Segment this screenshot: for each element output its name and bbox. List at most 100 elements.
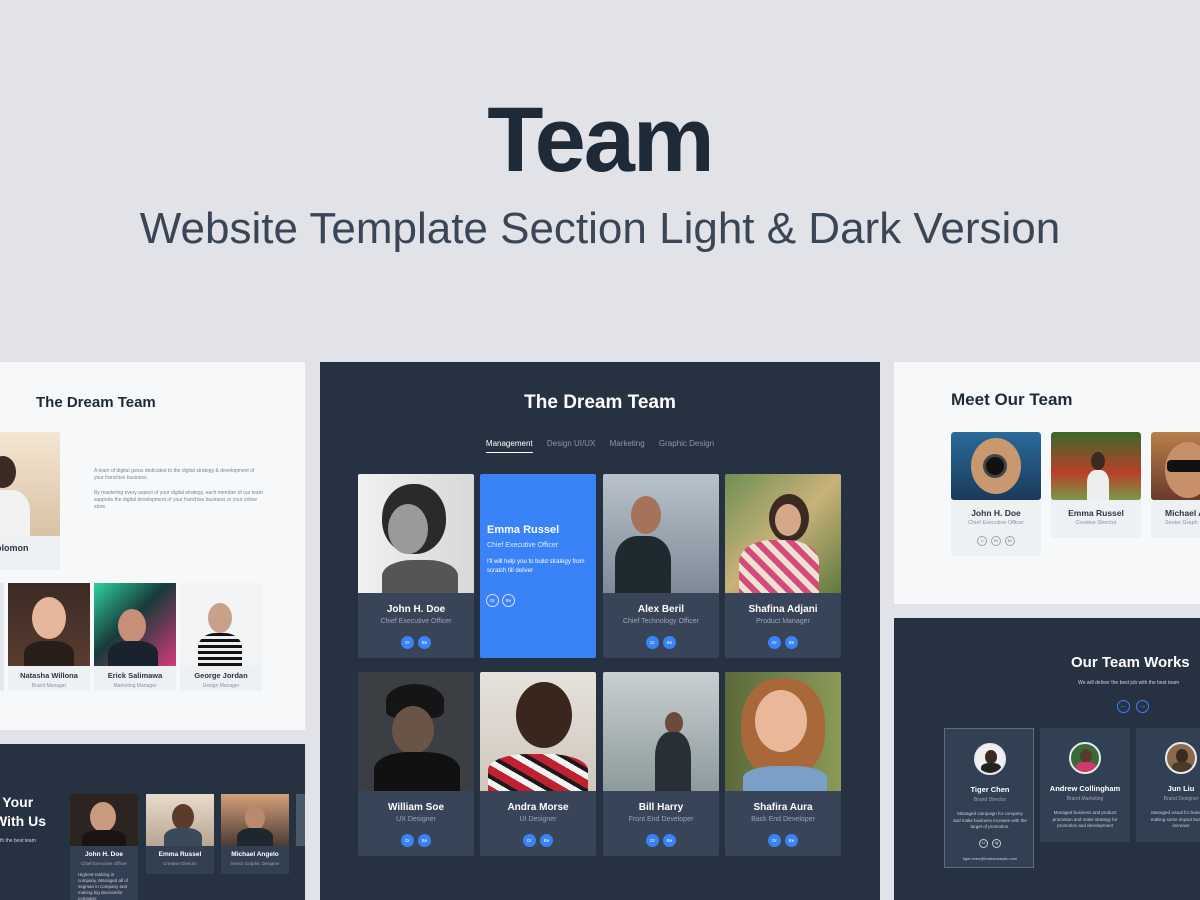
social-links: Dr Be xyxy=(725,636,841,654)
instagram-icon[interactable]: Ig xyxy=(992,839,1001,848)
dribbble-icon[interactable]: Dr xyxy=(646,636,659,649)
member-card[interactable]: Jun Liu Brand Designer Managed visual fo… xyxy=(1136,728,1200,842)
member-name: George Jordan xyxy=(194,671,248,680)
dribbble-icon[interactable]: Dr xyxy=(486,594,499,607)
member-card-partial xyxy=(0,583,4,691)
member-role: UI Designer xyxy=(519,816,557,823)
member-role: Chief Technology Officer xyxy=(622,618,699,625)
section-title: The Dream Team xyxy=(524,392,676,413)
member-name: Shafira Aura xyxy=(753,802,813,813)
section-subtitle: We will deliver the best job with the be… xyxy=(1078,680,1180,686)
member-role: Chief Executive Officer xyxy=(81,861,127,866)
member-name: John H. Doe xyxy=(85,851,123,858)
member-name: Emma Russel xyxy=(487,524,560,536)
member-card[interactable]: John H. Doe Chief Executive Officer Dr Be xyxy=(358,474,474,658)
social-links: Dr Be xyxy=(358,636,474,654)
member-card[interactable]: Alex Beril Chief Technology Officer Dr Be xyxy=(603,474,719,658)
member-photo xyxy=(94,583,176,666)
photoshop-icon[interactable]: Ps xyxy=(991,536,1001,546)
center-dark-team-section: The Dream Team Management Design UI/UX M… xyxy=(320,362,880,900)
hero-subtitle: Website Template Section Light & Dark Ve… xyxy=(139,204,1061,253)
hero-title: Team xyxy=(487,89,715,191)
member-photo xyxy=(603,672,719,791)
member-name: Emma Russel xyxy=(158,851,202,858)
member-description: Managed business and product promotion a… xyxy=(1052,810,1118,828)
behance-icon[interactable]: Be xyxy=(418,636,431,649)
behance-icon[interactable]: Be xyxy=(785,636,798,649)
tab-graphic-design[interactable]: Graphic Design xyxy=(659,439,714,452)
member-role: Chief Executive Officer xyxy=(968,520,1024,526)
member-photo xyxy=(70,794,138,846)
member-photo xyxy=(221,794,289,846)
tab-marketing[interactable]: Marketing xyxy=(610,439,645,452)
dribbble-icon[interactable]: Dr xyxy=(523,834,536,847)
member-avatar xyxy=(1165,742,1197,774)
member-card-selected[interactable]: Tiger Chen Brand Director Managed campai… xyxy=(944,728,1034,868)
behance-icon[interactable]: Be xyxy=(418,834,431,847)
member-name: Erick Salimawa xyxy=(107,671,163,680)
featured-member-card: Solomon der xyxy=(0,432,60,570)
behance-icon[interactable]: Be xyxy=(663,834,676,847)
member-description: Highest-ranking in company. Managed all … xyxy=(78,872,128,900)
member-role: Creative Director xyxy=(1075,520,1117,526)
dribbble-icon[interactable]: Dr xyxy=(768,636,781,649)
section-description: A team of digital gurus dedicated to the… xyxy=(94,468,255,481)
member-card: Erick Salimawa Marketing Manager xyxy=(94,583,176,691)
behance-icon[interactable]: Be xyxy=(540,834,553,847)
dribbble-icon[interactable]: Dr xyxy=(646,834,659,847)
member-role: Senior Graphic Designer xyxy=(230,861,280,866)
dribbble-icon[interactable]: Dr xyxy=(768,834,781,847)
member-avatar xyxy=(974,743,1006,775)
member-role: Brand Director xyxy=(973,797,1007,803)
member-name: Shafina Adjani xyxy=(748,604,818,615)
member-card[interactable]: Emma Russel Creative Director xyxy=(1051,432,1141,538)
social-links: Dr Be xyxy=(603,834,719,852)
member-card[interactable]: Shafira Aura Back End Developer Dr Be xyxy=(725,672,841,856)
member-description: I'll will help you to build strategy fro… xyxy=(487,559,585,574)
member-card[interactable]: Andra Morse UI Designer Dr Be xyxy=(480,672,596,856)
tab-management[interactable]: Management xyxy=(485,439,533,453)
behance-icon[interactable]: Be xyxy=(1005,536,1015,546)
arrow-right-icon[interactable]: → xyxy=(1136,700,1149,713)
member-photo xyxy=(146,794,214,846)
member-card[interactable]: Michael A Senior Graph xyxy=(1151,432,1200,538)
behance-icon[interactable]: Be xyxy=(785,834,798,847)
member-name: Michael Angelo xyxy=(231,851,279,858)
member-name: John H. Doe xyxy=(971,508,1021,518)
behance-icon[interactable]: Be xyxy=(502,594,515,607)
member-photo xyxy=(1051,432,1141,500)
member-card-highlighted[interactable]: Emma Russel Chief Executive Officer I'll… xyxy=(480,474,596,658)
dribbble-icon[interactable]: Dr xyxy=(401,834,414,847)
member-role: UX Designer xyxy=(396,816,436,823)
member-name: Jun Liu xyxy=(1167,784,1195,793)
linkedin-icon[interactable]: Li xyxy=(977,536,987,546)
member-name: John H. Doe xyxy=(386,604,446,615)
member-photo xyxy=(358,672,474,791)
section-heading-line2: With Us xyxy=(0,813,46,829)
member-card[interactable]: Shafina Adjani Product Manager Dr Be xyxy=(725,474,841,658)
linkedin-icon[interactable]: Li xyxy=(979,839,988,848)
member-role: Front End Developer xyxy=(628,816,694,823)
social-links: Dr Be xyxy=(480,834,596,852)
tab-design-ui-ux[interactable]: Design UI/UX xyxy=(547,439,595,452)
section-heading-line1: t Your xyxy=(0,794,34,810)
member-card[interactable]: John H. Doe Chief Executive Officer Li Ps… xyxy=(951,432,1041,556)
dribbble-icon[interactable]: Dr xyxy=(401,636,414,649)
member-card[interactable]: Andrew Collingham Brand Marketing Manage… xyxy=(1040,728,1130,842)
member-email[interactable]: tiger.chen@brahamstudio.com xyxy=(945,856,1035,861)
member-card: George Jordan Design Manager xyxy=(180,583,262,691)
member-card: Natasha Willona Brand Manager xyxy=(8,583,90,691)
social-links: Li Ig xyxy=(945,839,1035,857)
arrow-left-icon[interactable]: ← xyxy=(1117,700,1130,713)
member-card[interactable]: Bill Harry Front End Developer Dr Be xyxy=(603,672,719,856)
member-card[interactable]: William Soe UX Designer Dr Be xyxy=(358,672,474,856)
member-photo xyxy=(725,474,841,593)
member-name: Bill Harry xyxy=(638,802,684,813)
member-card: Emma Russel Creative Director xyxy=(146,794,214,874)
section-title: The Dream Team xyxy=(36,394,156,411)
member-name: Andrew Collingham xyxy=(1049,784,1121,793)
member-name: Emma Russel xyxy=(1068,508,1124,518)
behance-icon[interactable]: Be xyxy=(663,636,676,649)
member-role: Brand Manager xyxy=(31,683,67,689)
member-card-partial xyxy=(296,794,305,846)
